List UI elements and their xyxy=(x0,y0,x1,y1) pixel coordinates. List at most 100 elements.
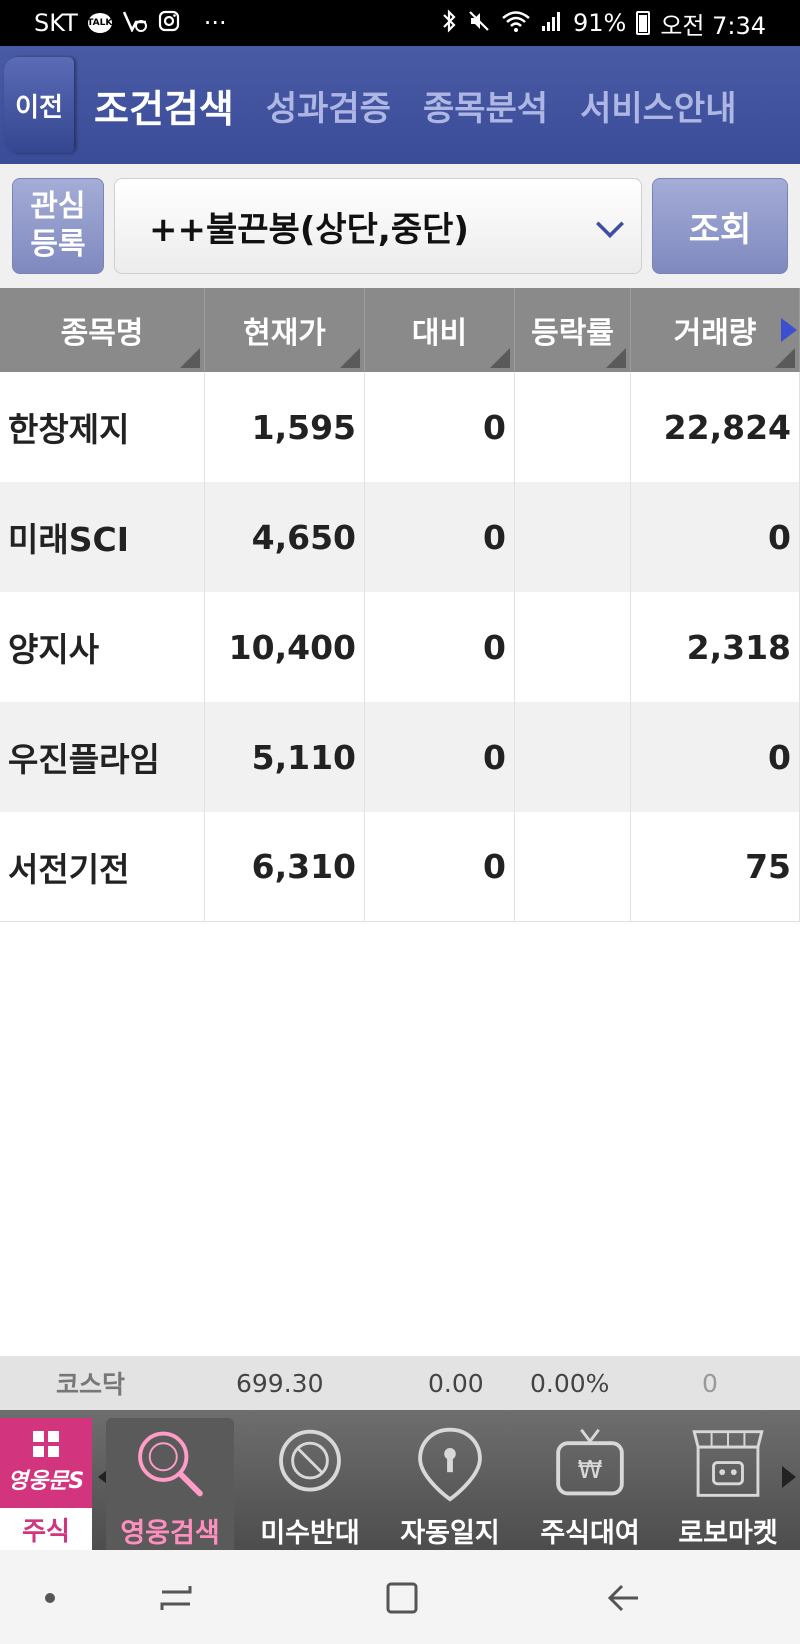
index-change: 0.00 xyxy=(428,1368,484,1398)
column-header-change[interactable]: 대비 xyxy=(365,288,515,372)
cell-change: 0 xyxy=(365,372,515,482)
cell-volume: 75 xyxy=(631,812,800,921)
sort-corner-icon xyxy=(180,348,200,368)
signal-icon xyxy=(541,10,563,37)
menu-unpaid-opposition[interactable]: 미수반대 xyxy=(246,1418,374,1550)
clock: 오전 7:34 xyxy=(660,11,766,40)
cell-name: 한창제지 xyxy=(0,372,205,482)
sort-corner-icon xyxy=(606,348,626,368)
cell-change: 0 xyxy=(365,592,515,702)
table-row[interactable]: 우진플라임 5,110 0 0 xyxy=(0,702,800,812)
column-header-rate[interactable]: 등락률 xyxy=(515,288,631,372)
query-button[interactable]: 조회 xyxy=(652,178,788,274)
table-row[interactable]: 한창제지 1,595 0 22,824 xyxy=(0,372,800,482)
system-navigation-bar xyxy=(0,1550,800,1644)
bluetooth-icon xyxy=(441,8,457,38)
chevron-down-icon xyxy=(595,209,625,239)
tab-performance-verify[interactable]: 성과검증 xyxy=(266,81,391,130)
grid-icon xyxy=(33,1431,59,1457)
tab-condition-search[interactable]: 조건검색 xyxy=(94,78,234,133)
bottom-menu: 영웅문S 주식 영웅검색 미수반대 자동일지 ₩ 주식대여 로보마켓 xyxy=(0,1410,800,1550)
brand-menu[interactable]: 영웅문S 주식 xyxy=(0,1418,92,1550)
menu-label: 자동일지 xyxy=(400,1518,500,1549)
cell-rate xyxy=(515,372,631,482)
column-header-volume[interactable]: 거래량 xyxy=(631,288,800,372)
watch-button-line1: 관심 xyxy=(30,189,86,224)
cell-price: 10,400 xyxy=(205,592,365,702)
back-button[interactable]: 이전 xyxy=(4,57,74,153)
menu-auto-journal[interactable]: 자동일지 xyxy=(386,1418,514,1550)
menu-label: 주식대여 xyxy=(540,1518,640,1549)
won-tv-icon: ₩ xyxy=(556,1428,624,1496)
table-row[interactable]: 서전기전 6,310 0 75 xyxy=(0,812,800,922)
table-row[interactable]: 양지사 10,400 0 2,318 xyxy=(0,592,800,702)
cell-price: 1,595 xyxy=(205,372,365,482)
index-name: 코스닥 xyxy=(56,1370,126,1399)
scroll-right-icon[interactable] xyxy=(781,318,797,342)
cell-change: 0 xyxy=(365,702,515,812)
cell-name: 우진플라임 xyxy=(0,702,205,812)
search-row: 관심 등록 ++불끈봉(상단,중단) 조회 xyxy=(0,164,800,288)
menu-stock-lending[interactable]: ₩ 주식대여 xyxy=(526,1418,654,1550)
home-icon[interactable] xyxy=(382,1578,422,1618)
tab-stock-analysis[interactable]: 종목분석 xyxy=(423,81,548,130)
prohibit-icon xyxy=(279,1429,341,1492)
carrier-label: SKT xyxy=(34,9,78,37)
cell-volume: 22,824 xyxy=(631,372,800,482)
cell-rate xyxy=(515,702,631,812)
search-icon xyxy=(138,1431,203,1497)
app-screen: SKT TALK ··· 91% 오전 7:34 이전 조건검색 성과검증 종목… xyxy=(0,0,800,1644)
menu-label: 로보마켓 xyxy=(678,1518,778,1549)
menu-scroll-right-icon[interactable] xyxy=(782,1466,796,1488)
condition-select[interactable]: ++불끈봉(상단,중단) xyxy=(114,178,642,274)
index-value: 699.30 xyxy=(236,1368,324,1398)
index-rate: 0.00% xyxy=(530,1368,610,1398)
kakaotalk-icon: TALK xyxy=(87,13,112,33)
cell-change: 0 xyxy=(365,482,515,592)
column-header-name[interactable]: 종목명 xyxy=(0,288,205,372)
dot-icon[interactable] xyxy=(40,1588,60,1608)
table-body: 한창제지 1,595 0 22,824 미래SCI 4,650 0 0 양지사 … xyxy=(0,372,800,922)
robot-store-icon xyxy=(692,1430,764,1497)
svg-text:₩: ₩ xyxy=(578,1455,603,1484)
cell-volume: 2,318 xyxy=(631,592,800,702)
cell-price: 4,650 xyxy=(205,482,365,592)
brand-label: 주식 xyxy=(0,1508,92,1550)
wifi-icon xyxy=(501,9,531,38)
brand-logo: 영웅문S xyxy=(7,1469,85,1494)
index-volume: 0 xyxy=(702,1368,718,1398)
cell-price: 5,110 xyxy=(205,702,365,812)
keyhole-pin-icon xyxy=(418,1427,482,1502)
status-bar: SKT TALK ··· 91% 오전 7:34 xyxy=(0,0,800,46)
notification-icon xyxy=(122,10,148,37)
cell-rate xyxy=(515,812,631,921)
menu-hero-search[interactable]: 영웅검색 xyxy=(106,1418,234,1550)
table-row[interactable]: 미래SCI 4,650 0 0 xyxy=(0,482,800,592)
mute-icon xyxy=(467,9,491,38)
tab-service-guide[interactable]: 서비스안내 xyxy=(580,81,736,130)
sort-corner-icon xyxy=(490,348,510,368)
cell-change: 0 xyxy=(365,812,515,921)
instagram-icon xyxy=(158,10,180,37)
market-index-bar[interactable]: 코스닥 699.30 0.00 0.00% 0 xyxy=(0,1356,800,1410)
table-header: 종목명 현재가 대비 등락률 거래량 xyxy=(0,288,800,372)
more-notifications: ··· xyxy=(203,9,227,37)
menu-robo-market[interactable]: 로보마켓 xyxy=(664,1418,792,1550)
cell-name: 미래SCI xyxy=(0,482,205,592)
cell-name: 양지사 xyxy=(0,592,205,702)
cell-volume: 0 xyxy=(631,482,800,592)
cell-price: 6,310 xyxy=(205,812,365,921)
top-navigation: 이전 조건검색 성과검증 종목분석 서비스안내 xyxy=(0,46,800,164)
back-arrow-icon[interactable] xyxy=(604,1578,644,1618)
battery-percent: 91% xyxy=(572,9,627,37)
column-header-price[interactable]: 현재가 xyxy=(205,288,365,372)
menu-label: 미수반대 xyxy=(260,1518,360,1549)
cell-name: 서전기전 xyxy=(0,812,205,921)
cell-rate xyxy=(515,482,631,592)
sort-corner-icon xyxy=(340,348,360,368)
results-table: 종목명 현재가 대비 등락률 거래량 한창제지 1,595 0 22,824 미… xyxy=(0,288,800,922)
add-watchlist-button[interactable]: 관심 등록 xyxy=(12,178,104,274)
cell-volume: 0 xyxy=(631,702,800,812)
watch-button-line2: 등록 xyxy=(30,227,86,262)
recent-apps-icon[interactable] xyxy=(156,1578,196,1618)
